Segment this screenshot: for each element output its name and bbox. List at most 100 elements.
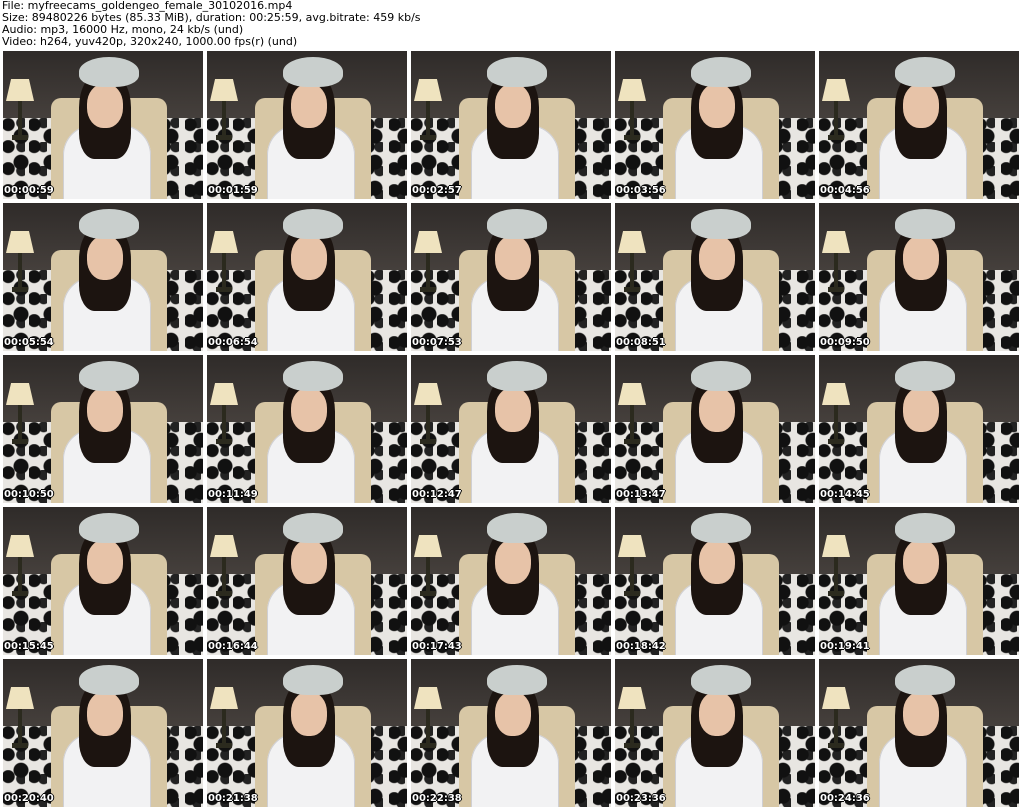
frame-timestamp: 00:14:45 — [820, 489, 870, 500]
lamp-stand — [222, 405, 226, 441]
knit-hat — [283, 664, 343, 695]
frame-timestamp: 00:20:40 — [4, 793, 54, 804]
frame-timestamp: 00:12:47 — [412, 489, 462, 500]
frame-timestamp: 00:19:41 — [820, 641, 870, 652]
video-frame-thumbnail[interactable]: 00:02:57 — [411, 51, 611, 199]
knit-hat — [895, 360, 955, 391]
video-frame-thumbnail[interactable]: 00:10:50 — [3, 355, 203, 503]
video-frame-thumbnail[interactable]: 00:04:56 — [819, 51, 1019, 199]
frame-timestamp: 00:17:43 — [412, 641, 462, 652]
frame-timestamp: 00:10:50 — [4, 489, 54, 500]
frame-timestamp: 00:03:56 — [616, 185, 666, 196]
person-face — [291, 691, 327, 736]
thumbnail-grid: 00:00:59 00:01:59 00:02:57 00:03:56 00:04:56… — [3, 51, 1023, 809]
frame-timestamp: 00:24:36 — [820, 793, 870, 804]
frame-timestamp: 00:21:38 — [208, 793, 258, 804]
lamp-stand — [18, 709, 22, 745]
person-face — [903, 539, 939, 584]
person-face — [87, 83, 123, 128]
frame-timestamp: 00:01:59 — [208, 185, 258, 196]
frame-timestamp: 00:00:59 — [4, 185, 54, 196]
video-info-line: Video: h264, yuv420p, 320x240, 1000.00 f… — [2, 35, 298, 48]
frame-timestamp: 00:15:45 — [4, 641, 54, 652]
lamp-foot — [828, 743, 844, 748]
video-frame-thumbnail[interactable]: 00:18:42 — [615, 507, 815, 655]
video-frame-thumbnail[interactable]: 00:17:43 — [411, 507, 611, 655]
video-frame-thumbnail[interactable]: 00:08:51 — [615, 203, 815, 351]
person-face — [903, 83, 939, 128]
knit-hat — [79, 360, 139, 391]
frame-timestamp: 00:04:56 — [820, 185, 870, 196]
video-frame-thumbnail[interactable]: 00:22:38 — [411, 659, 611, 807]
knit-hat — [691, 360, 751, 391]
lamp-stand — [18, 101, 22, 137]
video-frame-thumbnail[interactable]: 00:00:59 — [3, 51, 203, 199]
person-face — [87, 235, 123, 280]
frame-timestamp: 00:07:53 — [412, 337, 462, 348]
video-frame-thumbnail[interactable]: 00:23:36 — [615, 659, 815, 807]
frame-timestamp: 00:05:54 — [4, 337, 54, 348]
knit-hat — [895, 56, 955, 87]
video-frame-thumbnail[interactable]: 00:21:38 — [207, 659, 407, 807]
person-face — [699, 691, 735, 736]
person-face — [495, 83, 531, 128]
frame-timestamp: 00:18:42 — [616, 641, 666, 652]
knit-hat — [283, 56, 343, 87]
lamp-foot — [216, 591, 232, 596]
person-face — [699, 539, 735, 584]
lamp-stand — [834, 405, 838, 441]
frame-timestamp: 00:02:57 — [412, 185, 462, 196]
video-frame-thumbnail[interactable]: 00:16:44 — [207, 507, 407, 655]
knit-hat — [487, 56, 547, 87]
lamp-foot — [420, 439, 436, 444]
person-face — [291, 539, 327, 584]
lamp-foot — [12, 743, 28, 748]
knit-hat — [79, 664, 139, 695]
lamp-foot — [828, 591, 844, 596]
video-frame-thumbnail[interactable]: 00:05:54 — [3, 203, 203, 351]
video-frame-thumbnail[interactable]: 00:20:40 — [3, 659, 203, 807]
video-frame-thumbnail[interactable]: 00:15:45 — [3, 507, 203, 655]
lamp-stand — [630, 101, 634, 137]
lamp-foot — [420, 591, 436, 596]
knit-hat — [79, 512, 139, 543]
person-face — [87, 387, 123, 432]
frame-timestamp: 00:16:44 — [208, 641, 258, 652]
knit-hat — [895, 664, 955, 695]
video-frame-thumbnail[interactable]: 00:07:53 — [411, 203, 611, 351]
lamp-foot — [624, 287, 640, 292]
knit-hat — [79, 208, 139, 239]
lamp-stand — [630, 709, 634, 745]
person-face — [699, 235, 735, 280]
video-frame-thumbnail[interactable]: 00:13:47 — [615, 355, 815, 503]
lamp-stand — [834, 557, 838, 593]
video-frame-thumbnail[interactable]: 00:12:47 — [411, 355, 611, 503]
video-frame-thumbnail[interactable]: 00:24:36 — [819, 659, 1019, 807]
person-face — [903, 691, 939, 736]
person-face — [87, 539, 123, 584]
video-frame-thumbnail[interactable]: 00:14:45 — [819, 355, 1019, 503]
video-frame-thumbnail[interactable]: 00:03:56 — [615, 51, 815, 199]
lamp-foot — [420, 287, 436, 292]
person-face — [903, 387, 939, 432]
video-frame-thumbnail[interactable]: 00:06:54 — [207, 203, 407, 351]
video-frame-thumbnail[interactable]: 00:01:59 — [207, 51, 407, 199]
person-face — [699, 387, 735, 432]
lamp-foot — [420, 135, 436, 140]
lamp-foot — [420, 743, 436, 748]
lamp-stand — [630, 405, 634, 441]
lamp-stand — [18, 405, 22, 441]
lamp-stand — [222, 101, 226, 137]
person-face — [903, 235, 939, 280]
lamp-foot — [828, 439, 844, 444]
knit-hat — [691, 56, 751, 87]
knit-hat — [283, 208, 343, 239]
video-frame-thumbnail[interactable]: 00:11:49 — [207, 355, 407, 503]
video-frame-thumbnail[interactable]: 00:09:50 — [819, 203, 1019, 351]
lamp-foot — [12, 439, 28, 444]
lamp-stand — [426, 709, 430, 745]
knit-hat — [283, 360, 343, 391]
video-frame-thumbnail[interactable]: 00:19:41 — [819, 507, 1019, 655]
lamp-foot — [828, 135, 844, 140]
lamp-foot — [624, 135, 640, 140]
